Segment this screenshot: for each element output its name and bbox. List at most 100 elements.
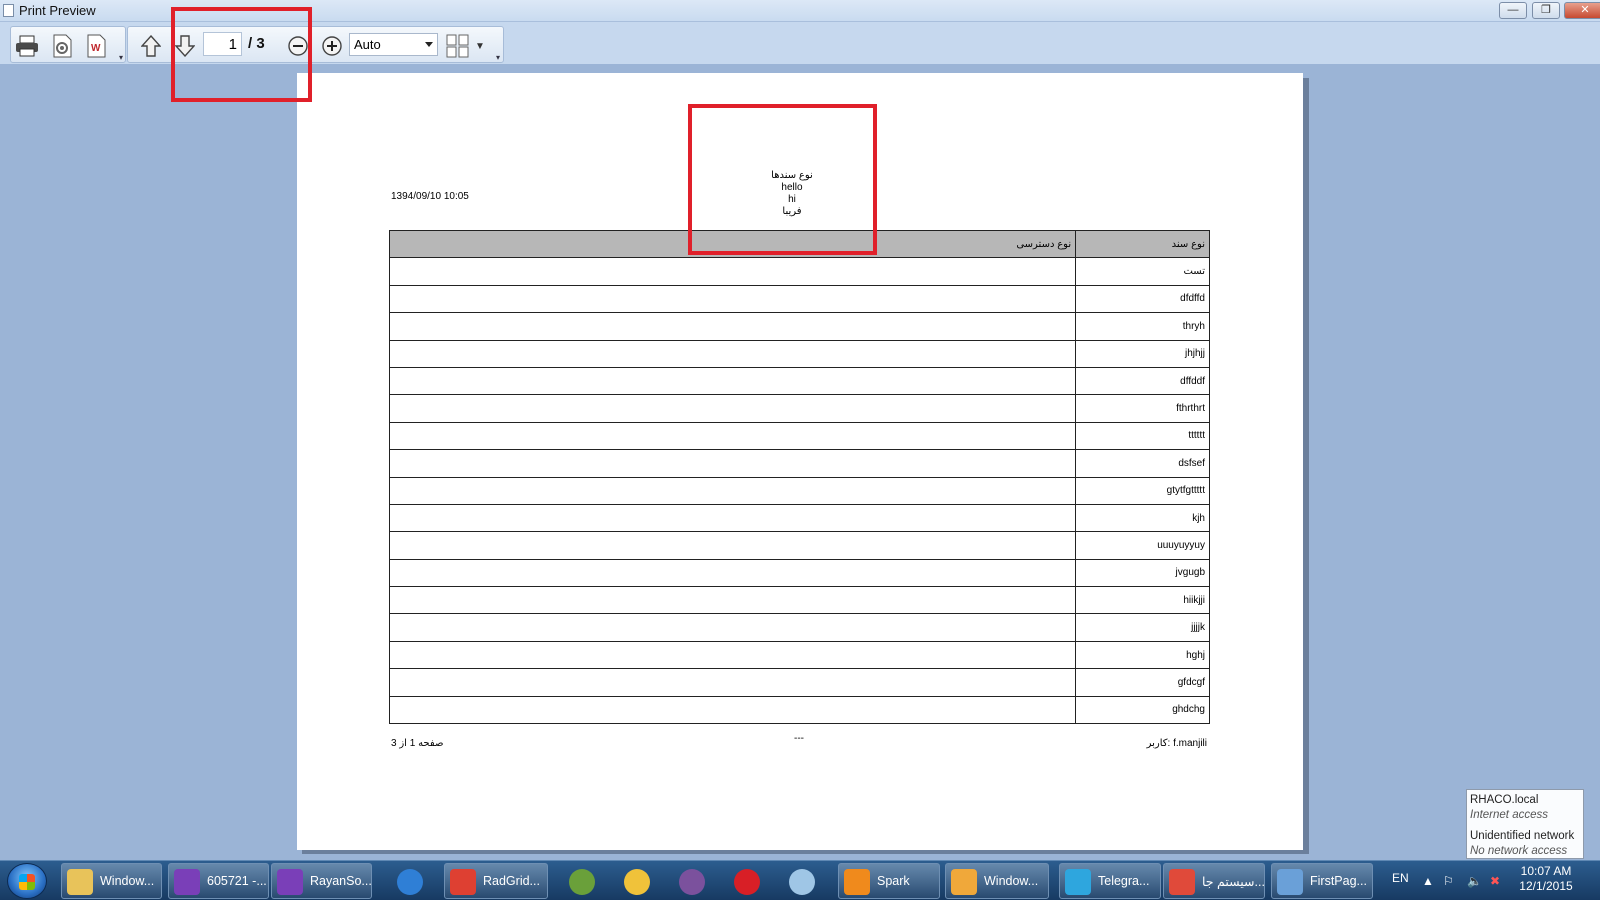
clock-date: 12/1/2015 (1519, 879, 1573, 893)
previous-page-icon[interactable] (138, 33, 164, 59)
cell-access-type (388, 640, 1077, 670)
table-row: fthrthrt (388, 394, 1210, 423)
cell-document-type: dfdffd (1075, 284, 1210, 314)
taskbar-item[interactable]: 605721 -... (168, 863, 269, 899)
cell-document-type: hghj (1075, 640, 1210, 670)
table-row: tttttt (388, 421, 1210, 451)
report-table: نوع دسترسی نوع سند تست dfdffd thryh jhjhjj d… (388, 229, 1210, 725)
zoom-in-icon[interactable] (319, 33, 345, 59)
taskbar-clock[interactable]: 10:07 AM 12/1/2015 (1508, 864, 1584, 894)
cell-access-type (388, 366, 1077, 396)
cell-access-type (388, 394, 1077, 423)
action-center-icon[interactable]: ⚐ (1443, 874, 1454, 888)
table-row: jhjhjj (388, 339, 1210, 368)
network-status: No network access (1470, 845, 1568, 857)
network-status-popup: RHACO.local Internet access Unidentified… (1466, 789, 1584, 859)
app-icon (679, 869, 705, 895)
cell-document-type: dffddf (1075, 366, 1210, 396)
page-setup-icon[interactable] (49, 33, 75, 59)
language-indicator[interactable]: EN (1392, 871, 1409, 885)
show-hidden-icons-icon[interactable]: ▲ (1422, 874, 1434, 888)
table-row: jvgugb (388, 558, 1210, 588)
network-domain-status: Internet access (1470, 809, 1548, 821)
cell-document-type: fthrthrt (1075, 394, 1210, 423)
footer-separator: --- (794, 733, 804, 744)
taskbar-item-label: Window... (100, 874, 155, 888)
toolbar-overflow-icon[interactable]: ▾ (117, 27, 125, 62)
start-button[interactable] (7, 863, 47, 899)
app-icon (174, 869, 200, 895)
cell-access-type (388, 668, 1077, 697)
app-icon (844, 869, 870, 895)
taskbar-item[interactable]: RadGrid... (444, 863, 548, 899)
cell-document-type: dsfsef (1075, 449, 1210, 478)
toolbar-overflow-icon[interactable]: ▾ (494, 27, 502, 62)
app-icon (624, 869, 650, 895)
app-icon (1169, 869, 1195, 895)
taskbar-item[interactable]: RayanSo... (271, 863, 372, 899)
cell-document-type: uuuyuyyuy (1075, 531, 1210, 560)
window-title: Print Preview (19, 3, 96, 18)
taskbar-item[interactable]: سیستم جا... (1163, 863, 1265, 899)
export-icon[interactable]: W (83, 33, 109, 59)
taskbar-item-label: FirstPag... (1310, 874, 1367, 888)
table-row: dsfsef (388, 449, 1210, 478)
taskbar-item[interactable]: FirstPag... (1271, 863, 1373, 899)
taskbar-item[interactable] (720, 863, 772, 899)
page-layout-dropdown-icon[interactable]: ▼ (467, 33, 493, 59)
cell-access-type (388, 312, 1077, 341)
column-header-document-type: نوع سند (1075, 229, 1210, 259)
zoom-select[interactable]: Auto (349, 33, 438, 56)
cell-document-type: تست (1075, 257, 1210, 286)
taskbar-item[interactable] (665, 863, 717, 899)
table-row: jjjjk (388, 613, 1210, 642)
network-warning-icon[interactable]: ✖ (1490, 874, 1500, 888)
table-row: thryh (388, 312, 1210, 341)
table-row: dffddf (388, 366, 1210, 396)
page-number-footer: صفحه 1 از 3 (391, 738, 444, 749)
network-name: Unidentified network (1470, 830, 1575, 842)
windows-logo-icon (19, 874, 35, 890)
cell-access-type (388, 531, 1077, 560)
print-icon[interactable] (14, 33, 40, 59)
taskbar-item-label: Window... (984, 874, 1039, 888)
table-row: hghj (388, 640, 1210, 670)
close-button[interactable]: ✕ (1564, 2, 1600, 19)
app-icon (1065, 869, 1091, 895)
header-highlight (688, 104, 877, 255)
zoom-value: Auto (354, 37, 381, 52)
clock-time: 10:07 AM (1520, 864, 1572, 878)
taskbar-item[interactable] (610, 863, 662, 899)
cell-access-type (388, 449, 1077, 478)
taskbar-item[interactable] (775, 863, 827, 899)
print-toolbar: W ▾ (10, 26, 126, 63)
app-icon (277, 869, 303, 895)
svg-text:W: W (91, 43, 101, 54)
taskbar-item[interactable] (383, 863, 435, 899)
user-footer: کاربر: f.manjili (1146, 738, 1207, 749)
taskbar-item[interactable]: Window... (61, 863, 162, 899)
volume-icon[interactable]: 🔈 (1467, 874, 1482, 888)
app-icon (1277, 869, 1303, 895)
taskbar-item-label: RayanSo... (310, 874, 372, 888)
cell-document-type: jhjhjj (1075, 339, 1210, 368)
cell-access-type (388, 284, 1077, 314)
table-row: uuuyuyyuy (388, 531, 1210, 560)
app-icon (397, 869, 423, 895)
restore-button[interactable]: ❐ (1532, 2, 1560, 19)
table-row: gfdcgf (388, 668, 1210, 697)
app-icon (450, 869, 476, 895)
cell-access-type (388, 339, 1077, 368)
taskbar-item[interactable] (555, 863, 607, 899)
taskbar-item[interactable]: Spark (838, 863, 940, 899)
page-navigation-highlight (171, 7, 312, 102)
cell-access-type (388, 476, 1077, 505)
taskbar-item[interactable]: Telegra... (1059, 863, 1161, 899)
minimize-button[interactable]: — (1499, 2, 1527, 19)
app-icon (951, 869, 977, 895)
cell-document-type: ghdchg (1075, 695, 1210, 725)
taskbar-item[interactable]: Window... (945, 863, 1049, 899)
cell-access-type (388, 558, 1077, 588)
chevron-down-icon (425, 42, 433, 47)
cell-access-type (388, 503, 1077, 533)
